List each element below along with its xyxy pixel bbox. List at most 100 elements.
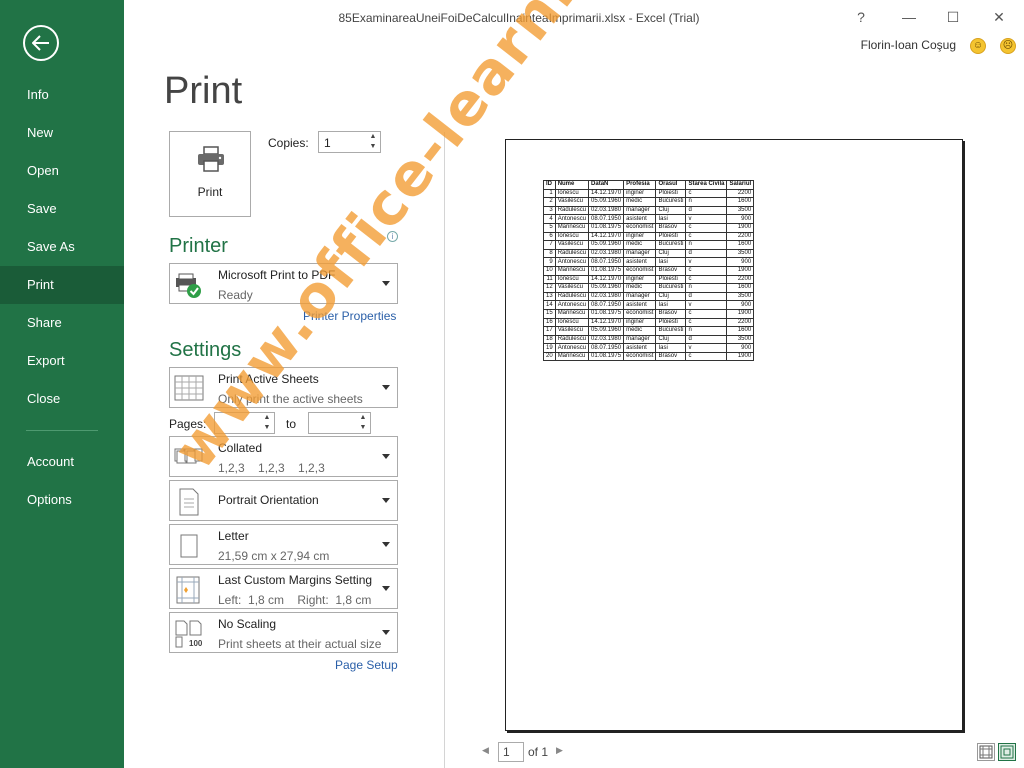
- table-cell: 02.03.1980: [588, 334, 625, 345]
- table-cell: 3500: [726, 334, 755, 345]
- table-cell: c: [685, 222, 728, 233]
- printer-icon: [198, 146, 224, 172]
- copies-stepper[interactable]: 1 ▲ ▼: [318, 131, 381, 153]
- table-cell: 900: [726, 300, 755, 310]
- table-cell: Bucuresti: [655, 283, 687, 293]
- table-row: 20 Marinescu 01.08.1975 economist Brasov c 190…: [543, 351, 755, 362]
- table-cell: Bucuresti: [655, 240, 687, 250]
- zoom-to-page-button[interactable]: [998, 743, 1016, 761]
- sidebar-divider: [26, 430, 98, 431]
- sidebar-item-options[interactable]: Options: [0, 481, 124, 519]
- orientation-dropdown[interactable]: Portrait Orientation: [169, 480, 398, 521]
- table-cell: 14: [543, 300, 556, 310]
- table-cell: Ploiesti: [655, 274, 687, 285]
- collate-dropdown[interactable]: Collated 1,2,3 1,2,3 1,2,3: [169, 436, 398, 477]
- stepper-arrows-icon[interactable]: ▲ ▼: [356, 413, 370, 433]
- settings-heading: Settings: [169, 339, 242, 361]
- table-cell: 16: [543, 317, 556, 328]
- current-page-input[interactable]: 1: [498, 742, 524, 762]
- user-name[interactable]: Florin-Ioan Coşug: [861, 38, 956, 52]
- table-cell: 14.12.1970: [588, 317, 625, 328]
- minimize-button[interactable]: —: [896, 6, 922, 28]
- maximize-button[interactable]: ☐: [940, 6, 966, 28]
- table-row: 10 Marinescu 01.08.1975 economist Brasov c 190…: [543, 265, 755, 276]
- print-what-dropdown[interactable]: Print Active Sheets Only print the activ…: [169, 367, 398, 408]
- table-cell: Iasi: [655, 257, 687, 267]
- sidebar-item-share[interactable]: Share: [0, 304, 124, 342]
- table-cell: 2200: [726, 188, 755, 199]
- margins-dropdown[interactable]: Last Custom Margins Setting Left: 1,8 cm…: [169, 568, 398, 609]
- paper-size-dropdown[interactable]: Letter 21,59 cm x 27,94 cm: [169, 524, 398, 565]
- table-cell: economist: [623, 222, 657, 233]
- table-cell: 13: [543, 291, 556, 302]
- sidebar-item-export[interactable]: Export: [0, 342, 124, 380]
- info-icon[interactable]: i: [387, 231, 398, 242]
- sidebar-item-close[interactable]: Close: [0, 380, 124, 418]
- table-row: 2 Vasilescu 05.09.1960 medic Bucuresti n 1600: [543, 197, 755, 207]
- printer-dropdown[interactable]: Microsoft Print to PDF Ready: [169, 263, 398, 304]
- table-cell: medic: [623, 240, 657, 250]
- sidebar-item-new[interactable]: New: [0, 114, 124, 152]
- table-cell: asistent: [623, 257, 657, 267]
- table-cell: Brasov: [655, 265, 687, 276]
- table-cell: c: [685, 231, 728, 242]
- table-cell: 1600: [726, 240, 755, 250]
- backstage-nav: Info New Open Save Save As Print Share E…: [0, 76, 124, 519]
- table-cell: Radulescu: [554, 248, 590, 259]
- table-cell: manager: [623, 291, 657, 302]
- page-setup-link[interactable]: Page Setup: [335, 658, 398, 672]
- help-button[interactable]: ?: [848, 6, 874, 28]
- table-cell: Marinescu: [554, 222, 590, 233]
- frown-feedback-icon[interactable]: ☹: [1000, 38, 1016, 54]
- table-cell: 02.03.1980: [588, 248, 625, 259]
- sidebar-item-print[interactable]: Print: [0, 266, 124, 304]
- previous-page-icon[interactable]: ◀: [482, 745, 489, 756]
- table-cell: 1900: [726, 308, 755, 319]
- close-window-button[interactable]: ✕: [986, 6, 1012, 28]
- pages-to-stepper[interactable]: ▲ ▼: [308, 412, 371, 434]
- table-row: 12 Vasilescu 05.09.1960 medic Bucuresti n 1600: [543, 283, 755, 293]
- table-cell: 2200: [726, 317, 755, 328]
- preview-table-body: 1 Ionescu 14.12.1970 inginer Ploiesti c 2200 2 V…: [543, 188, 755, 362]
- table-cell: Radulescu: [554, 205, 590, 216]
- table-cell: inginer: [623, 317, 657, 328]
- table-cell: economist: [623, 308, 657, 319]
- stepper-arrows-icon[interactable]: ▲ ▼: [366, 132, 380, 152]
- table-cell: 3500: [726, 248, 755, 259]
- table-cell: v: [685, 343, 728, 353]
- print-button[interactable]: Print: [169, 131, 251, 217]
- pages-from-stepper[interactable]: ▲ ▼: [214, 412, 275, 434]
- sidebar-item-open[interactable]: Open: [0, 152, 124, 190]
- copies-label: Copies:: [268, 136, 309, 150]
- smile-feedback-icon[interactable]: ☺: [970, 38, 986, 54]
- table-cell: inginer: [623, 231, 657, 242]
- collated-pages-icon: [174, 448, 203, 464]
- table-cell: Iasi: [655, 343, 687, 353]
- sidebar-item-info[interactable]: Info: [0, 76, 124, 114]
- sidebar-item-account[interactable]: Account: [0, 443, 124, 481]
- sidebar-item-save[interactable]: Save: [0, 190, 124, 228]
- margins-grid-icon: [979, 745, 993, 759]
- table-cell: inginer: [623, 188, 657, 199]
- back-button[interactable]: [23, 25, 59, 61]
- table-cell: Cluj: [655, 205, 687, 216]
- scaling-dropdown[interactable]: 100 No Scaling Print sheets at their act…: [169, 612, 398, 653]
- portrait-page-icon: [179, 488, 199, 516]
- show-margins-button[interactable]: [977, 743, 995, 761]
- table-cell: 1900: [726, 265, 755, 276]
- table-cell: 01.08.1975: [588, 351, 625, 362]
- arrow-left-icon: [32, 35, 49, 51]
- sidebar-item-save-as[interactable]: Save As: [0, 228, 124, 266]
- table-cell: v: [685, 300, 728, 310]
- stepper-arrows-icon[interactable]: ▲ ▼: [260, 413, 274, 433]
- table-cell: Brasov: [655, 308, 687, 319]
- table-cell: d: [685, 291, 728, 302]
- sheet-grid-icon: [174, 375, 204, 401]
- printer-properties-link[interactable]: Printer Properties: [303, 309, 396, 323]
- table-cell: Antonescu: [554, 300, 590, 310]
- printer-status: Ready: [218, 288, 253, 302]
- chevron-down-icon: [382, 385, 390, 390]
- next-page-icon[interactable]: ▶: [556, 745, 563, 756]
- table-cell: Antonescu: [554, 343, 590, 353]
- margins-subtitle: Left: 1,8 cm Right: 1,8 cm: [218, 593, 372, 607]
